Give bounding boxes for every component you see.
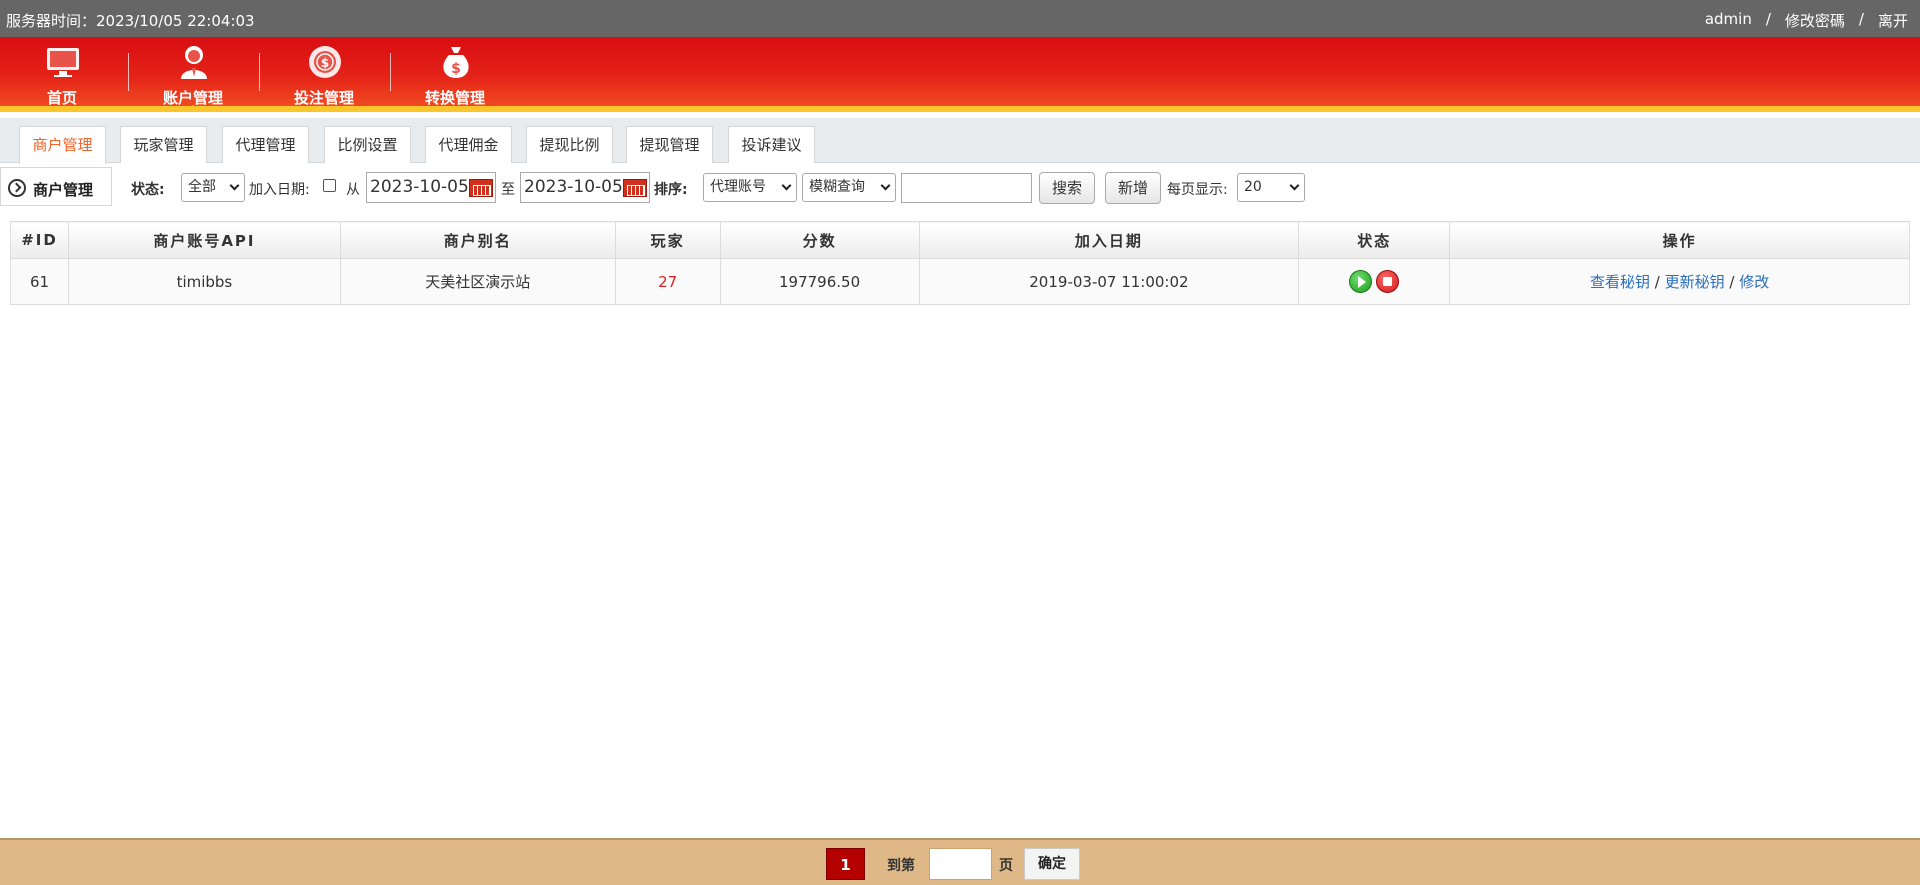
divider (128, 53, 129, 91)
breadcrumb: 商户管理 (0, 167, 112, 206)
chevron-down-icon (1289, 180, 1300, 191)
tab-withdraw-ratio[interactable]: 提现比例 (526, 126, 613, 163)
main-nav: 首页 账户管理 $ 投注管理 $ 转换管理 (0, 37, 1920, 112)
nav-item-transfer[interactable]: $ 转换管理 (395, 37, 515, 112)
date-to-input[interactable]: 2023-10-05 (520, 172, 650, 203)
sort-select[interactable]: 代理账号 (703, 173, 797, 202)
per-page-value: 20 (1244, 179, 1262, 195)
separator: / (1765, 10, 1771, 28)
chevron-down-icon (781, 180, 792, 191)
nav-label: 首页 (46, 89, 77, 107)
date-to-value: 2023-10-05 (524, 177, 623, 197)
divider (390, 53, 391, 91)
column-header[interactable]: #ID (10, 221, 69, 259)
chevron-right-icon (8, 179, 26, 197)
join-date-label: 加入日期: (249, 182, 310, 198)
svg-text:$: $ (451, 61, 461, 77)
disable-icon[interactable] (1376, 270, 1400, 293)
search-input[interactable] (901, 173, 1032, 203)
update-key-link[interactable]: 更新秘钥 (1665, 273, 1725, 291)
column-header: 状态 (1298, 221, 1451, 259)
column-header[interactable]: 商户账号API (67, 221, 341, 259)
search-button[interactable]: 搜索 (1039, 172, 1095, 204)
tab-players[interactable]: 玩家管理 (120, 126, 207, 163)
separator: / (1858, 10, 1864, 28)
cell-status (1298, 258, 1451, 305)
breadcrumb-label: 商户管理 (33, 181, 94, 199)
status-label: 状态: (131, 182, 165, 198)
separator: / (1729, 273, 1735, 291)
sort-label: 排序: (654, 182, 688, 198)
goto-label: 到第 (887, 858, 915, 874)
filter-bar: 商户管理 状态: 全部 加入日期: 从 2023-10-05 至 2023-10… (0, 167, 1920, 207)
divider (259, 53, 260, 91)
cell-alias: 天美社区演示站 (339, 258, 616, 305)
monitor-icon (47, 48, 79, 77)
user-menu: admin / 修改密碼 / 离开 (1691, 10, 1908, 31)
cell-api: timibbs (67, 258, 341, 305)
date-from-value: 2023-10-05 (370, 177, 469, 197)
server-time: 服务器时间：2023/10/05 22:04:03 (6, 12, 255, 30)
table-header-row: #ID 商户账号API 商户别名 玩家 分数 加入日期 状态 操作 (10, 221, 1910, 259)
active-indicator (186, 105, 200, 112)
match-select-value: 模糊查询 (809, 179, 865, 195)
match-mode-select[interactable]: 模糊查询 (802, 173, 896, 202)
page-number-input[interactable] (929, 848, 992, 880)
chip-icon: $ (309, 46, 341, 78)
enable-icon[interactable] (1349, 270, 1373, 293)
cell-id: 61 (10, 258, 69, 305)
merchant-table: #ID 商户账号API 商户别名 玩家 分数 加入日期 状态 操作 61 tim… (10, 221, 1910, 305)
date-filter-checkbox[interactable] (323, 179, 336, 192)
nav-item-bets[interactable]: $ 投注管理 (264, 37, 384, 112)
calendar-icon[interactable] (623, 179, 647, 197)
tab-withdraw[interactable]: 提现管理 (626, 126, 713, 163)
from-label: 从 (346, 182, 360, 198)
column-header: 操作 (1449, 221, 1910, 259)
status-select-value: 全部 (188, 179, 216, 195)
column-header[interactable]: 商户别名 (339, 221, 616, 259)
page-button-current[interactable]: 1 (826, 848, 865, 880)
per-page-label: 每页显示: (1167, 182, 1228, 198)
calendar-icon[interactable] (469, 179, 493, 197)
confirm-button[interactable]: 确定 (1024, 848, 1080, 880)
nav-label: 投注管理 (293, 89, 354, 107)
separator: / (1654, 273, 1660, 291)
sort-select-value: 代理账号 (710, 179, 766, 195)
view-key-link[interactable]: 查看秘钥 (1590, 273, 1650, 291)
tab-merchant[interactable]: 商户管理 (19, 126, 106, 164)
sub-tabs: 商户管理 玩家管理 代理管理 比例设置 代理佣金 提现比例 提现管理 投诉建议 (0, 118, 1920, 164)
column-header[interactable]: 玩家 (614, 221, 721, 259)
per-page-select[interactable]: 20 (1237, 173, 1305, 202)
column-header[interactable]: 分数 (719, 221, 920, 259)
cell-score: 197796.50 (719, 258, 920, 305)
cell-players[interactable]: 27 (614, 258, 721, 305)
nav-item-home[interactable]: 首页 (2, 37, 122, 112)
cell-join-date: 2019-03-07 11:00:02 (918, 258, 1300, 305)
tab-commission[interactable]: 代理佣金 (425, 126, 512, 163)
nav-item-accounts[interactable]: 账户管理 (133, 37, 253, 112)
money-bag-icon: $ (443, 47, 469, 78)
chevron-down-icon (880, 180, 891, 191)
column-header[interactable]: 加入日期 (918, 221, 1300, 259)
tab-agents[interactable]: 代理管理 (222, 126, 309, 163)
chevron-down-icon (229, 180, 240, 191)
status-select[interactable]: 全部 (181, 173, 245, 202)
to-label: 至 (501, 182, 515, 198)
add-button[interactable]: 新增 (1105, 172, 1161, 204)
tab-complaints[interactable]: 投诉建议 (728, 126, 815, 163)
change-password-link[interactable]: 修改密碼 (1785, 10, 1845, 31)
cell-actions: 查看秘钥 / 更新秘钥 / 修改 (1449, 258, 1910, 305)
logout-link[interactable]: 离开 (1878, 10, 1908, 31)
page-suffix: 页 (999, 858, 1013, 874)
nav-label: 转换管理 (424, 89, 485, 107)
tab-ratio[interactable]: 比例设置 (324, 126, 411, 163)
pagination-bar: 1 到第 页 确定 (0, 838, 1920, 885)
edit-link[interactable]: 修改 (1739, 273, 1769, 291)
date-from-input[interactable]: 2023-10-05 (366, 172, 496, 203)
svg-text:$: $ (321, 56, 329, 70)
table-row: 61 timibbs 天美社区演示站 27 197796.50 2019-03-… (10, 258, 1910, 305)
user-icon (181, 46, 207, 79)
username: admin (1704, 10, 1752, 28)
top-bar: 服务器时间：2023/10/05 22:04:03 admin / 修改密碼 /… (0, 0, 1920, 37)
